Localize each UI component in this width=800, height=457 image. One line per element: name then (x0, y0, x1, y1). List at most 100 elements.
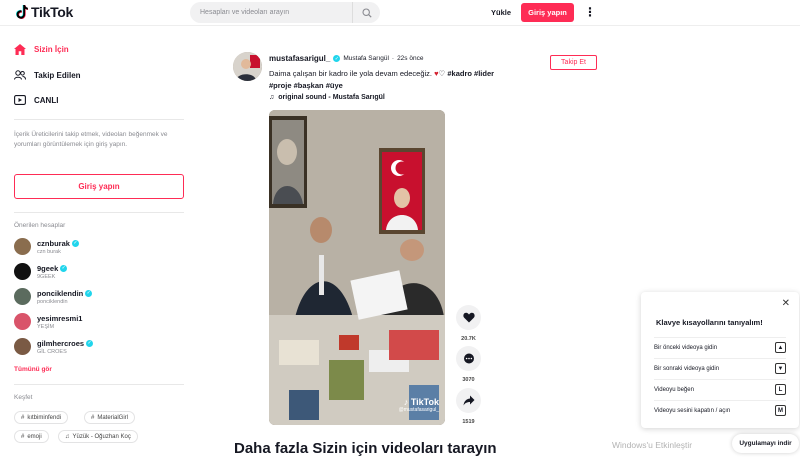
keyboard-panel-title: Klavye kısayollarını tanıyalım! (656, 318, 763, 327)
shortcut-label: Videoyu sesini kapatın / açın (654, 407, 731, 414)
following-icon (14, 70, 26, 80)
see-all-link[interactable]: Tümünü gör (14, 366, 52, 373)
share-icon (463, 395, 474, 406)
verified-icon: ✓ (71, 239, 79, 247)
music-note-icon: ♫ (65, 433, 70, 440)
tag-label: Yüzük - Oğuzhan Koç (72, 433, 131, 440)
meta-separator: · (391, 55, 395, 62)
logo-text: TikTok (31, 4, 74, 20)
video-watermark: ♪ TikTok @mustafasarigul_ (399, 397, 439, 413)
comment-count: 3070 (462, 377, 475, 383)
tiktok-logo[interactable]: TikTok (16, 4, 73, 20)
suggested-account[interactable]: cznburak ✓ czn burak (14, 238, 79, 255)
share-action[interactable]: 1519 (456, 388, 481, 425)
suggested-account[interactable]: 9geek ✓ 9GEEK (14, 263, 68, 280)
tiktok-logo-icon (16, 5, 28, 19)
sidebar-login-button[interactable]: Giriş yapın (14, 174, 184, 199)
verified-icon: ✓ (86, 339, 94, 347)
login-prompt-text: İçerik Üreticilerini takip etmek, videol… (14, 131, 168, 148)
search-bar[interactable]: Hesapları ve videoları arayın (190, 2, 380, 23)
nav-label: Sizin İçin (34, 45, 69, 54)
suggested-account[interactable]: gilmhercroes ✓ GİL CROES (14, 338, 94, 355)
search-input[interactable]: Hesapları ve videoları arayın (190, 9, 352, 16)
account-subtitle: YEŞİM (37, 323, 55, 330)
upload-link[interactable]: Yükle (491, 8, 511, 17)
verified-icon: ✓ (60, 264, 68, 272)
video-frame (269, 110, 445, 425)
post-sound[interactable]: ♫ original sound - Mustafa Sarıgül (269, 94, 385, 101)
account-name: 9geek (37, 263, 59, 273)
avatar (14, 313, 31, 330)
caption-hashtags[interactable]: #proje #başkan #üye (269, 81, 343, 90)
comment-action[interactable]: 3070 (456, 346, 481, 383)
comment-button[interactable] (456, 346, 481, 371)
search-button[interactable] (352, 2, 380, 23)
nav-item-for-you[interactable]: Sizin İçin (14, 44, 69, 55)
header-login-button[interactable]: Giriş yapın (521, 3, 574, 22)
avatar-photo (233, 52, 262, 81)
account-name: cznburak (37, 238, 70, 248)
avatar (14, 263, 31, 280)
get-app-button[interactable]: Uygulamayı indir (732, 434, 799, 453)
post-caption: Daima çalışan bir kadro ile yola devam e… (269, 68, 539, 92)
verified-icon: ✓ (85, 289, 93, 297)
hashtag-icon: # (21, 414, 25, 421)
shortcut-row: Bir önceki videoya gidin ▲ (654, 337, 786, 357)
like-count: 20.7K (461, 336, 476, 342)
post-time: 22s önce (397, 55, 424, 62)
heart-icon (462, 312, 475, 323)
discover-title: Keşfet (14, 394, 33, 401)
share-button[interactable] (456, 388, 481, 413)
divider (14, 384, 184, 385)
suggested-account[interactable]: ponciklendin ✓ ponciklendin (14, 288, 93, 305)
divider (14, 119, 184, 120)
l-key-icon: L (775, 384, 786, 395)
follow-button[interactable]: Takip Et (550, 55, 597, 70)
shortcut-label: Bir sonraki videoya gidin (654, 365, 720, 372)
more-options-icon[interactable]: ⋮ (584, 4, 596, 20)
discover-tag[interactable]: # MaterialGirl (84, 411, 136, 424)
like-button[interactable] (456, 305, 481, 330)
account-subtitle: ponciklendin (37, 298, 68, 305)
avatar (14, 338, 31, 355)
account-subtitle: 9GEEK (37, 273, 56, 280)
discover-tag[interactable]: ♫ Yüzük - Oğuzhan Koç (58, 430, 138, 443)
suggested-account[interactable]: yesimresmi1 YEŞİM (14, 313, 82, 330)
hashtag-icon: # (91, 414, 95, 421)
shortcut-row: Bir sonraki videoya gidin ▼ (654, 358, 786, 378)
m-key-icon: M (775, 405, 786, 416)
like-action[interactable]: 20.7K (456, 305, 481, 342)
shortcut-row: Videoyu beğen L (654, 379, 786, 399)
keyboard-shortcuts-panel: ✕ Klavye kısayollarını tanıyalım! Bir ön… (641, 292, 799, 428)
nav-item-following[interactable]: Takip Edilen (14, 70, 81, 80)
shortcut-row: Videoyu sesini kapatın / açın M (654, 400, 786, 420)
post-author[interactable]: mustafasarigul_ ✓ Mustafa Sarıgül · 22s … (269, 54, 423, 63)
close-icon[interactable]: ✕ (782, 298, 790, 309)
nav-item-live[interactable]: CANLI (14, 95, 58, 105)
tag-label: kıtbiminfendi (27, 414, 62, 421)
windows-activation-watermark: Windows'u Etkinleştir (612, 440, 693, 450)
divider (14, 212, 184, 213)
post-author-avatar[interactable] (233, 52, 262, 81)
avatar (14, 288, 31, 305)
video-player[interactable]: ♪ TikTok @mustafasarigul_ (269, 110, 445, 425)
discover-tag[interactable]: # emoji (14, 430, 49, 443)
live-icon (14, 95, 26, 105)
tiktok-watermark-icon: ♪ (403, 397, 409, 407)
search-icon (361, 7, 372, 18)
caption-hashtags[interactable]: #kadro #lider (447, 69, 494, 78)
post-username[interactable]: mustafasarigul_ (269, 54, 330, 63)
white-heart-emoji-icon: ♡ (438, 69, 446, 78)
watermark-user: @mustafasarigul_ (398, 407, 439, 413)
post-display-name: Mustafa Sarıgül (343, 55, 389, 62)
account-name: ponciklendin (37, 288, 84, 298)
sound-name: original sound - Mustafa Sarıgül (278, 94, 385, 101)
account-subtitle: GİL CROES (37, 348, 67, 355)
arrow-up-key-icon: ▲ (775, 342, 786, 353)
home-icon (14, 44, 26, 55)
discover-tag[interactable]: # kıtbiminfendi (14, 411, 69, 424)
shortcut-label: Bir önceki videoya gidin (654, 344, 718, 351)
sidebar: Sizin İçin Takip Edilen CANLI İçerik Üre… (0, 26, 200, 454)
comment-icon (463, 353, 474, 363)
tag-label: emoji (27, 433, 42, 440)
